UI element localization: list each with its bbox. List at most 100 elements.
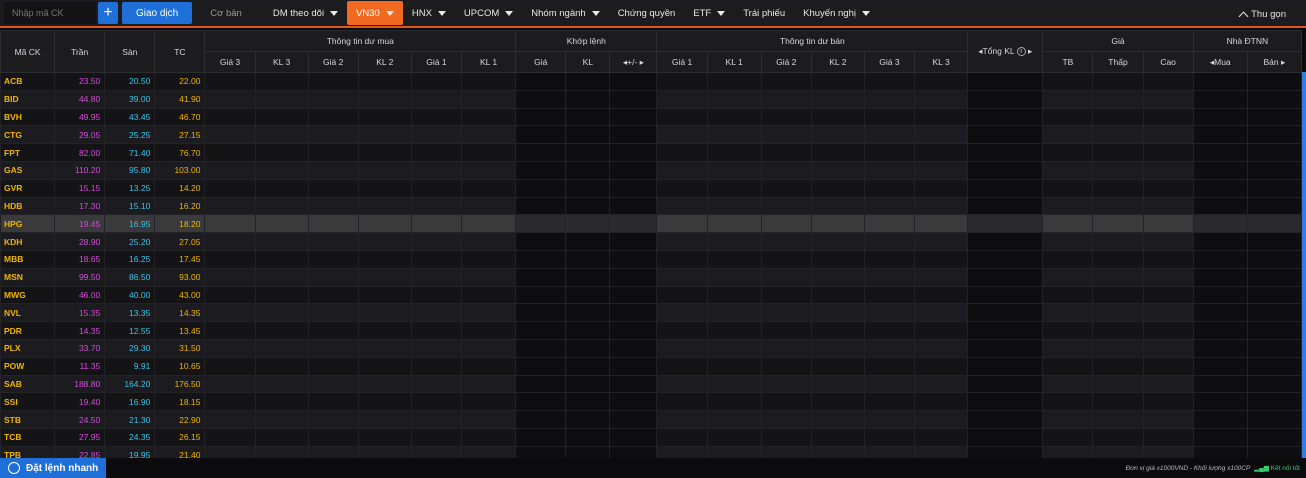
table-row[interactable]: BID 44.80 39.00 41.90 [0, 89, 1302, 109]
table-row[interactable]: CTG 29.05 25.25 27.15 [0, 125, 1302, 145]
table-row[interactable]: MWG 46.00 40.00 43.00 [0, 285, 1302, 305]
quick-order-button[interactable]: Đặt lệnh nhanh [0, 458, 106, 478]
table-row[interactable]: POW 11.35 9.91 10.65 [0, 356, 1302, 376]
col-foreign-1[interactable]: Bán [1246, 51, 1302, 73]
table-row[interactable]: SAB 188.80 164.20 176.50 [0, 374, 1302, 394]
empty-cell [656, 249, 708, 269]
empty-cell [967, 445, 1044, 458]
table-row[interactable]: FPT 82.00 71.40 76.70 [0, 143, 1302, 162]
empty-cell [307, 178, 359, 198]
empty-cell [565, 321, 611, 340]
nav-tab-5[interactable]: Chứng quyền [609, 1, 685, 25]
empty-cell [1092, 249, 1144, 269]
table-row[interactable]: GVR 15.15 13.25 14.20 [0, 178, 1302, 198]
col-sell-3[interactable]: KL 2 [810, 51, 865, 73]
empty-cell [460, 267, 517, 287]
col-price-0[interactable]: TB [1042, 51, 1094, 73]
nav-tab-3[interactable]: UPCOM [455, 1, 522, 25]
col-buy-2[interactable]: Giá 2 [307, 51, 359, 73]
empty-cell [1246, 249, 1302, 269]
nav-tab-label: HNX [411, 7, 432, 19]
col-match-1[interactable]: KL [565, 51, 611, 73]
empty-cell [410, 267, 462, 287]
empty-cell [204, 303, 256, 323]
col-price-2[interactable]: Cao [1142, 51, 1194, 73]
col-total-volume[interactable]: Tổng KL i [967, 30, 1044, 73]
col-buy-4[interactable]: Giá 1 [410, 51, 462, 73]
nav-tab-0[interactable]: DM theo dõi [264, 1, 347, 25]
empty-cell [1042, 249, 1094, 269]
col-foreign-0[interactable]: Mua [1192, 51, 1248, 73]
col-buy-0[interactable]: Giá 3 [204, 51, 256, 73]
col-match-2[interactable]: +/- [609, 51, 658, 73]
col-sell-2[interactable]: Giá 2 [760, 51, 812, 73]
nav-tab-label: Chứng quyền [617, 7, 676, 19]
nav-tab-6[interactable]: ETF [684, 1, 734, 25]
table-row[interactable]: BVH 49.95 43.45 46.70 [0, 107, 1302, 127]
reference-price-cell: 18.15 [154, 392, 206, 412]
col-sell-5[interactable]: KL 3 [914, 51, 969, 73]
table-row[interactable]: NVL 15.35 13.35 14.35 [0, 303, 1302, 323]
info-icon[interactable]: i [1016, 47, 1026, 57]
col-sell-1[interactable]: KL 1 [706, 51, 762, 73]
empty-cell [515, 267, 567, 287]
empty-cell [254, 89, 309, 109]
connection-status: ▂▄▆ Kết nối tốt [1254, 465, 1300, 472]
empty-cell [914, 285, 969, 305]
table-row[interactable]: KDH 28.90 25.20 27.05 [0, 232, 1302, 251]
table-row[interactable]: HDB 17.30 15.10 16.20 [0, 196, 1302, 216]
nav-tab-8[interactable]: Khuyến nghị [794, 1, 879, 25]
table-row[interactable]: PDR 14.35 12.55 13.45 [0, 321, 1302, 340]
table-row[interactable]: MBB 18.65 16.25 17.45 [0, 249, 1302, 269]
add-symbol-button[interactable]: + [98, 2, 118, 24]
empty-cell [1042, 125, 1094, 145]
empty-cell [357, 303, 412, 323]
table-row[interactable]: GAS 110.20 95.80 103.00 [0, 160, 1302, 180]
table-row[interactable]: ACB 23.50 20.50 22.00 [0, 72, 1302, 91]
price-board-table: Mã CK Trần Sàn TC Thông tin dư mua Khớp … [0, 30, 1302, 458]
empty-cell [914, 392, 969, 412]
vertical-scrollbar[interactable] [1302, 72, 1306, 458]
table-row[interactable]: STB 24.50 21.30 22.90 [0, 410, 1302, 429]
col-buy-5[interactable]: KL 1 [460, 51, 517, 73]
table-row[interactable]: HPG 19.45 16.95 18.20 [0, 214, 1302, 234]
col-buy-1[interactable]: KL 3 [254, 51, 309, 73]
col-ceiling[interactable]: Trần [54, 30, 106, 73]
reference-price-cell: 14.35 [154, 303, 206, 323]
table-row[interactable]: TCB 27.95 24.35 26.15 [0, 427, 1302, 447]
empty-cell [254, 178, 309, 198]
empty-cell [656, 267, 708, 287]
empty-cell [1042, 143, 1094, 162]
table-row[interactable]: PLX 33.70 29.30 31.50 [0, 338, 1302, 358]
collapse-button[interactable]: Thu gọn [1238, 0, 1286, 28]
empty-cell [357, 392, 412, 412]
table-row[interactable]: MSN 99.50 86.50 93.00 [0, 267, 1302, 287]
empty-cell [760, 214, 812, 234]
table-row[interactable]: SSI 19.40 16.90 18.15 [0, 392, 1302, 412]
col-symbol[interactable]: Mã CK [0, 30, 56, 73]
col-price-1[interactable]: Thấp [1092, 51, 1144, 73]
empty-cell [565, 160, 611, 180]
trade-button[interactable]: Giao dịch [122, 2, 193, 24]
nav-tab-1[interactable]: VN30 [347, 1, 403, 25]
nav-tab-7[interactable]: Trái phiếu [734, 1, 794, 25]
nav-tab-4[interactable]: Nhóm ngành [522, 1, 608, 25]
symbol-search-input[interactable] [4, 2, 96, 24]
nav-tab-2[interactable]: HNX [403, 1, 455, 25]
col-match-0[interactable]: Giá [515, 51, 567, 73]
empty-cell [706, 232, 762, 251]
col-buy-3[interactable]: KL 2 [357, 51, 412, 73]
col-sell-4[interactable]: Giá 3 [863, 51, 916, 73]
empty-cell [656, 143, 708, 162]
table-row[interactable]: TPB 22.85 19.95 21.40 [0, 445, 1302, 458]
empty-cell [1246, 72, 1302, 91]
col-ref[interactable]: TC [154, 30, 206, 73]
empty-cell [914, 178, 969, 198]
empty-cell [204, 427, 256, 447]
empty-cell [1192, 445, 1248, 458]
basic-button[interactable]: Cơ bản [198, 2, 254, 24]
ceiling-price-cell: 23.50 [54, 72, 106, 91]
empty-cell [204, 72, 256, 91]
col-sell-0[interactable]: Giá 1 [656, 51, 708, 73]
col-floor[interactable]: Sàn [104, 30, 156, 73]
